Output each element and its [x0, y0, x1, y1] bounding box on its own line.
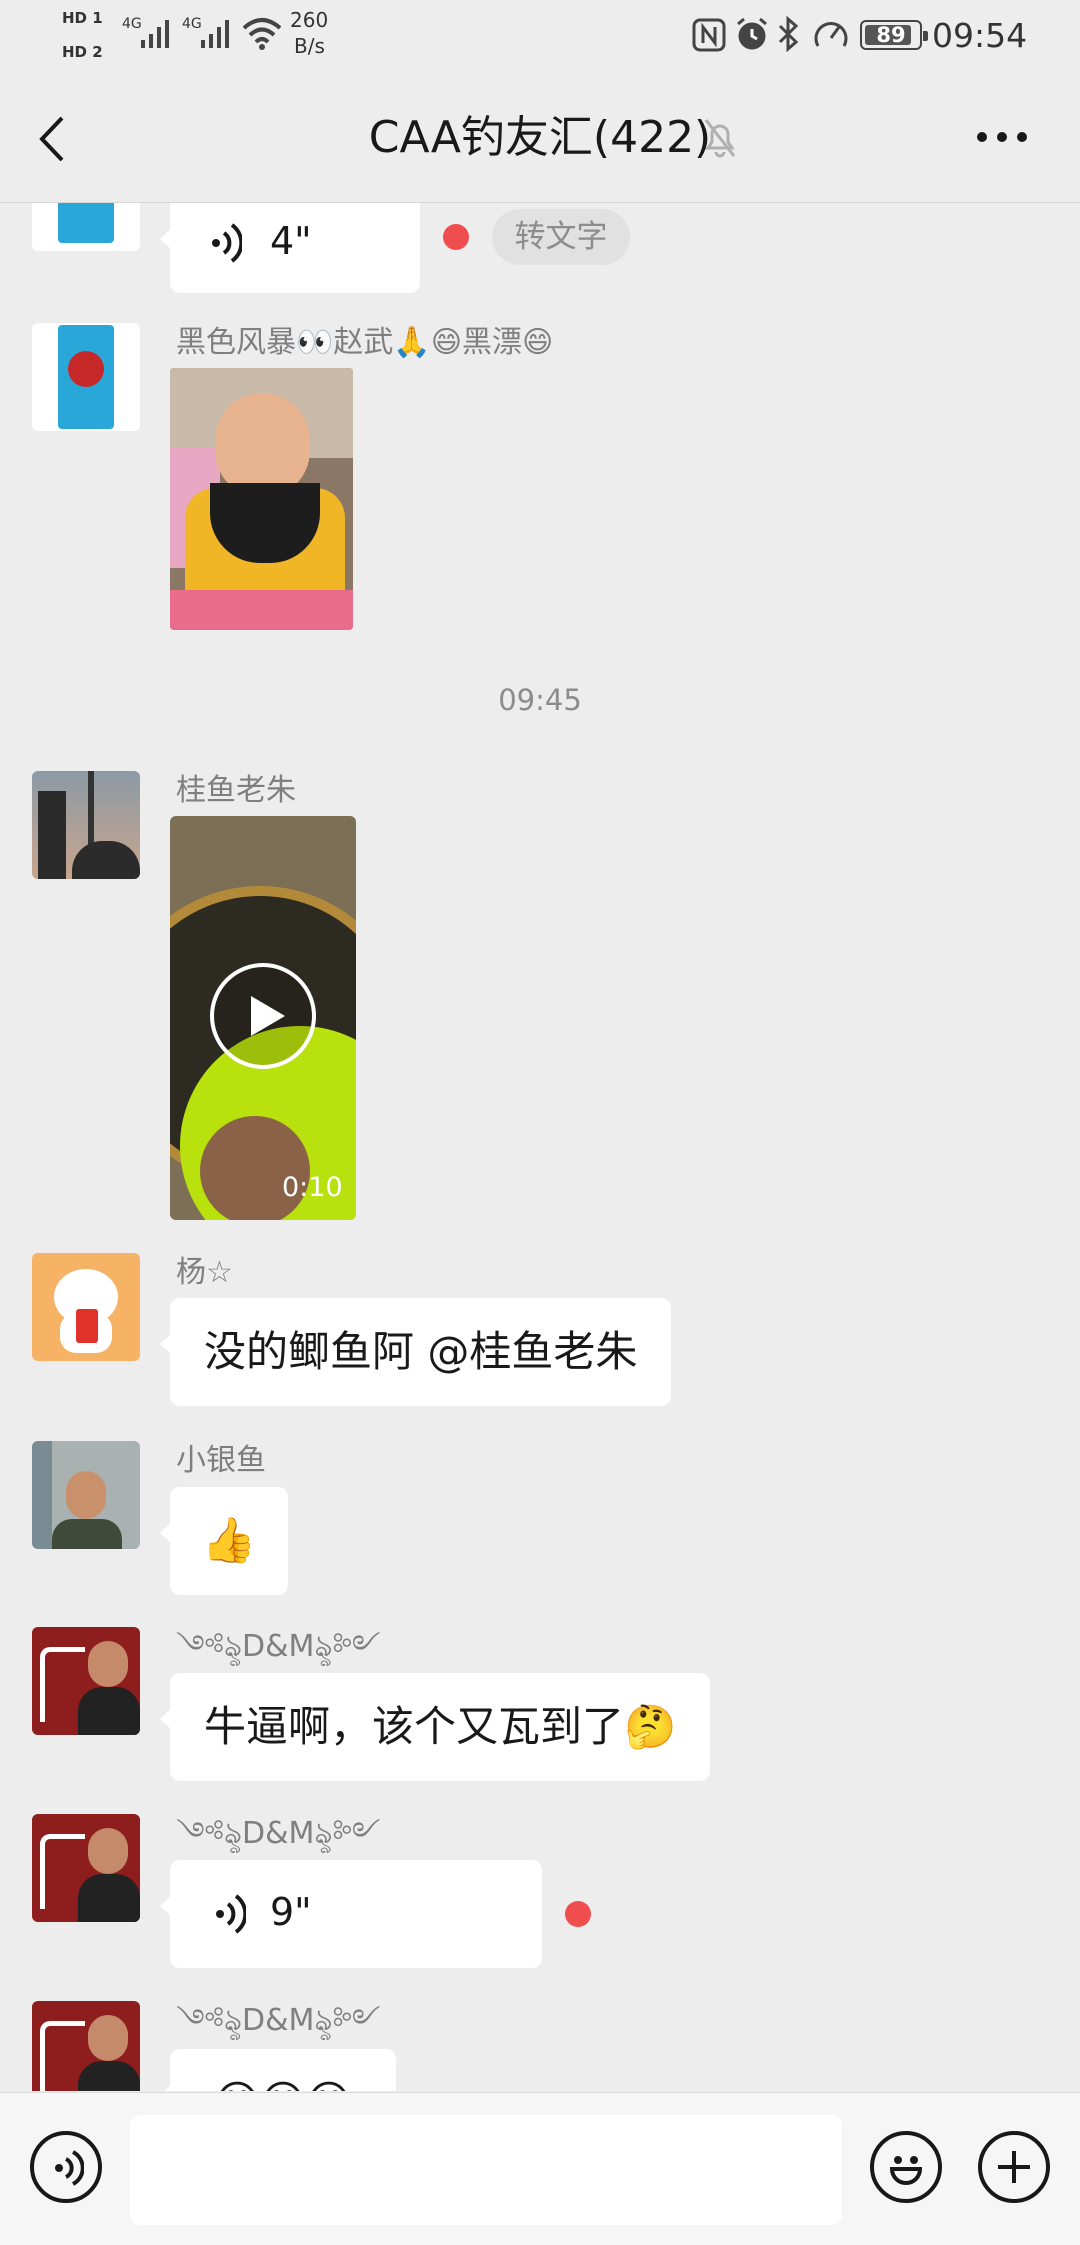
- avatar-dm-body: [78, 1687, 140, 1735]
- message-input[interactable]: [130, 2115, 842, 2225]
- signal-2-icon: [201, 20, 229, 48]
- emoji-icon: [889, 2156, 923, 2185]
- network-type-1: 4G: [122, 16, 142, 32]
- avatar-dm[interactable]: [32, 1814, 140, 1922]
- sender-name: 小银鱼: [176, 1443, 266, 1478]
- avatar-heise[interactable]: [32, 323, 140, 431]
- unread-dot: [565, 1901, 591, 1927]
- emoji-message-bubble[interactable]: 👍: [160, 1487, 288, 1595]
- sender-name: ༺ৡD&Mৡ༻: [176, 1629, 381, 1664]
- voice-input-icon: [55, 2150, 84, 2186]
- avatar-tree: [72, 841, 140, 879]
- plus-button[interactable]: [978, 2131, 1050, 2203]
- avatar-dm-face: [88, 1641, 128, 1687]
- play-icon[interactable]: [209, 962, 317, 1070]
- image-table: [170, 590, 353, 630]
- more-icon[interactable]: [974, 126, 1030, 148]
- avatar-dm-calligraphy: [40, 1647, 85, 1722]
- avatar-can-figure: [68, 351, 104, 387]
- avatar-dm-face: [88, 2015, 128, 2061]
- chat-title-text: CAA钓友汇(422): [368, 112, 712, 163]
- voice-message-bubble[interactable]: 4": [160, 203, 420, 293]
- avatar-building: [38, 791, 66, 879]
- avatar-face: [66, 1471, 106, 1519]
- net-speed-value: 260: [290, 8, 329, 32]
- timestamp: 09:45: [498, 683, 582, 717]
- avatar-xiaoyinyu[interactable]: [32, 1441, 140, 1549]
- text-message-bubble[interactable]: 牛逼啊，该个又瓦到了🤔: [159, 1673, 711, 1781]
- video-message[interactable]: 0:10: [170, 816, 356, 1220]
- mute-bell-icon: [704, 119, 736, 158]
- image-message[interactable]: [170, 368, 353, 630]
- voice-wave-icon: [216, 1894, 246, 1934]
- voice-duration: 9": [270, 1890, 312, 1934]
- wifi-icon: [242, 18, 282, 50]
- hd1-indicator: HD 1: [62, 9, 103, 27]
- avatar-dm[interactable]: [32, 2001, 140, 2091]
- avatar-shirt: [52, 1519, 122, 1549]
- voice-wave-icon: [212, 223, 242, 263]
- chat-area[interactable]: 4" 转文字 黑色风暴👀赵武🙏😄黑漂😄 09:45 桂鱼老朱 0:10 杨☆ 没…: [0, 203, 1080, 2091]
- text-message-bubble[interactable]: 没的鲫鱼阿 @桂鱼老朱: [159, 1298, 672, 1406]
- avatar-guiyu[interactable]: [32, 771, 140, 879]
- nav-bar: CAA钓友汇(422): [0, 70, 1080, 203]
- video-bait: [200, 1116, 310, 1220]
- signal-1-icon: [141, 20, 169, 48]
- sender-name: 黑色风暴👀赵武🙏😄黑漂😄: [176, 325, 554, 360]
- avatar-dm-body: [78, 2061, 140, 2091]
- net-speed-unit: B/s: [294, 34, 325, 58]
- clock: 09:54: [932, 16, 1028, 55]
- unread-dot: [443, 224, 469, 250]
- sender-name: ༺ৡD&Mৡ༻: [176, 2003, 381, 2038]
- avatar-dm-calligraphy: [40, 1834, 85, 1909]
- video-duration: 0:10: [282, 1172, 343, 1203]
- chat-title: CAA钓友汇(422): [0, 110, 1080, 166]
- avatar-yang[interactable]: [32, 1253, 140, 1361]
- avatar-dm[interactable]: [32, 1627, 140, 1735]
- nfc-icon: [692, 18, 726, 52]
- sender-name: 杨☆: [176, 1255, 233, 1290]
- sender-name: ༺ৡD&Mৡ༻: [176, 1816, 381, 1851]
- battery-level: 89: [876, 23, 906, 47]
- emoji-message-bubble[interactable]: 😁😁😁: [160, 2049, 396, 2091]
- voice-input-button[interactable]: [30, 2131, 102, 2203]
- sender-name: 桂鱼老朱: [176, 773, 296, 808]
- avatar-dm-body: [78, 1874, 140, 1922]
- emoji-button[interactable]: [870, 2131, 942, 2203]
- avatar-can: [58, 203, 114, 243]
- battery-icon: 89: [860, 20, 928, 50]
- status-bar: HD 1 HD 2 4G 4G 260 B/s 89 09:54: [0, 0, 1080, 70]
- avatar-dm-face: [88, 1828, 128, 1874]
- battery-tip: [923, 31, 928, 41]
- plus-icon: [998, 2151, 1030, 2183]
- speedometer-icon: [814, 22, 848, 47]
- avatar-dm-calligraphy: [40, 2021, 85, 2091]
- avatar-cat-sign: [76, 1309, 98, 1343]
- to-text-button[interactable]: 转文字: [492, 209, 630, 265]
- bluetooth-icon: [778, 16, 799, 52]
- avatar-shelf: [32, 1441, 52, 1549]
- voice-message-bubble[interactable]: 9": [160, 1860, 542, 1968]
- hd2-indicator: HD 2: [62, 43, 103, 61]
- alarm-icon: [737, 17, 767, 50]
- voice-duration: 4": [270, 219, 312, 263]
- avatar-heise[interactable]: [32, 203, 140, 251]
- network-type-2: 4G: [182, 16, 202, 32]
- input-bar: [0, 2092, 1080, 2245]
